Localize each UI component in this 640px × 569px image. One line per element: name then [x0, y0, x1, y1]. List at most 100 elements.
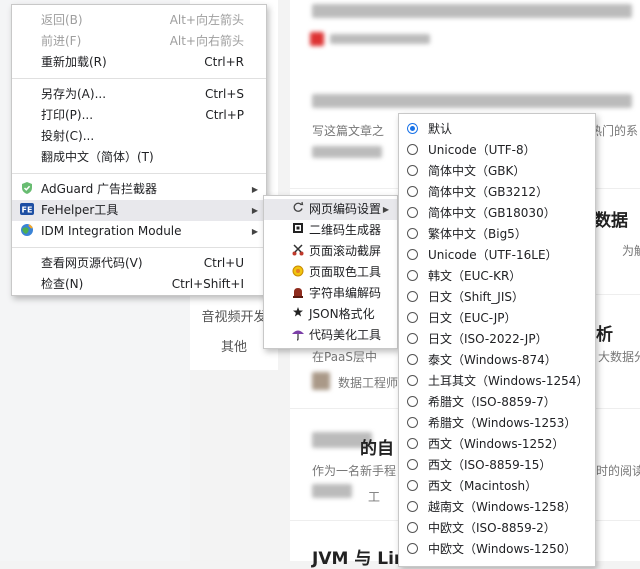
menu-item-item-4[interactable]: 另存为(A)... Ctrl+S	[12, 84, 266, 105]
encoding-label: 默认	[428, 122, 453, 136]
menu-item-item-0[interactable]: 返回(B) Alt+向左箭头	[12, 10, 266, 31]
menu-item-idm-globe[interactable]: IDM Integration Module ▶	[12, 221, 266, 242]
radio-button[interactable]	[407, 522, 418, 533]
menu-item-shortcut: Ctrl+R	[204, 55, 244, 69]
menu-item-label: 检查(N)	[41, 277, 84, 291]
encoding-option[interactable]: 日文（EUC-JP）	[399, 308, 595, 329]
menu-item-shortcut: Alt+向右箭头	[169, 34, 244, 48]
encoding-label: 希腊文（Windows-1253）	[428, 416, 577, 430]
radio-button[interactable]	[407, 186, 418, 197]
menu-item-label: 页面取色工具	[309, 265, 382, 279]
radio-button[interactable]	[407, 396, 418, 407]
radio-button[interactable]	[407, 207, 418, 218]
menu-item-item-1[interactable]: 前进(F) Alt+向右箭头	[12, 31, 266, 52]
article-title[interactable]: JVM 与 Lin	[312, 544, 406, 569]
encoding-option[interactable]: 日文（ISO-2022-JP）	[399, 329, 595, 350]
encoding-option[interactable]: 中欧文（Windows-1250）	[399, 539, 595, 560]
radio-button[interactable]	[407, 333, 418, 344]
encoding-option[interactable]: 希腊文（Windows-1253）	[399, 413, 595, 434]
radio-button[interactable]	[407, 144, 418, 155]
encoding-option[interactable]: 简体中文（GBK）	[399, 161, 595, 182]
radio-button[interactable]	[407, 438, 418, 449]
article-title[interactable]: 析	[596, 320, 613, 345]
menu-item-item-13[interactable]: 查看网页源代码(V) Ctrl+U	[12, 253, 266, 274]
menu-item-item-6[interactable]: 投射(C)...	[12, 126, 266, 147]
encoding-option[interactable]: 日文（Shift_JIS）	[399, 287, 595, 308]
encoding-option[interactable]: 西文（Macintosh）	[399, 476, 595, 497]
fehelper-item-json-star[interactable]: JSON格式化	[264, 304, 397, 325]
encoding-option[interactable]: 泰文（Windows-874）	[399, 350, 595, 371]
fehelper-item-qrcode[interactable]: 二维码生成器	[264, 220, 397, 241]
encoding-option[interactable]: 土耳其文（Windows-1254）	[399, 371, 595, 392]
radio-button[interactable]	[407, 417, 418, 428]
radio-button[interactable]	[407, 270, 418, 281]
encoding-label: 西文（ISO-8859-15）	[428, 458, 552, 472]
article-snippet: 热门的系	[590, 124, 639, 138]
fehelper-item-code-beautify[interactable]: 代码美化工具	[264, 325, 397, 346]
article-title[interactable]: 数据	[594, 206, 628, 231]
menu-item-label: FeHelper工具	[41, 203, 119, 217]
menu-separator	[12, 173, 266, 174]
menu-separator	[12, 247, 266, 248]
scissors-icon	[290, 243, 306, 259]
fehelper-item-refresh[interactable]: 网页编码设置 ▶	[264, 199, 397, 220]
radio-button[interactable]	[407, 543, 418, 554]
encoding-option[interactable]: 越南文（Windows-1258）	[399, 497, 595, 518]
svg-text:FE: FE	[22, 206, 33, 215]
encoding-option[interactable]: Unicode（UTF-8）	[399, 140, 595, 161]
encoding-label: 日文（ISO-2022-JP）	[428, 332, 548, 346]
radio-button[interactable]	[407, 228, 418, 239]
menu-item-fehelper[interactable]: FE FeHelper工具 ▶	[12, 200, 266, 221]
submenu-arrow-icon: ▶	[251, 227, 258, 236]
encoding-submenu: 默认 Unicode（UTF-8） 简体中文（GBK） 简体中文（GB3212） 简体中…	[398, 113, 596, 567]
encoding-label: 韩文（EUC-KR）	[428, 269, 522, 283]
fehelper-item-color-picker[interactable]: 页面取色工具	[264, 262, 397, 283]
radio-button[interactable]	[407, 480, 418, 491]
encoding-option[interactable]: 西文（ISO-8859-15）	[399, 455, 595, 476]
menu-item-adguard-shield[interactable]: AdGuard 广告拦截器 ▶	[12, 179, 266, 200]
radio-button[interactable]	[407, 123, 418, 134]
blurred-title-2	[312, 94, 632, 108]
encoding-option[interactable]: 繁体中文（Big5）	[399, 224, 595, 245]
encoding-label: 简体中文（GB18030）	[428, 206, 556, 220]
encoding-option[interactable]: 简体中文（GB18030）	[399, 203, 595, 224]
menu-item-label: 字符串编解码	[309, 286, 382, 300]
radio-button[interactable]	[407, 291, 418, 302]
encoding-option[interactable]: 希腊文（ISO-8859-7）	[399, 392, 595, 413]
article-title[interactable]: 的自	[360, 434, 394, 459]
radio-button[interactable]	[407, 165, 418, 176]
radio-button[interactable]	[407, 312, 418, 323]
encoding-label: 越南文（Windows-1258）	[428, 500, 577, 514]
radio-button[interactable]	[407, 459, 418, 470]
radio-button[interactable]	[407, 375, 418, 386]
encoding-label: 土耳其文（Windows-1254）	[428, 374, 589, 388]
encoding-label: 希腊文（ISO-8859-7）	[428, 395, 556, 409]
encoding-label: Unicode（UTF-8）	[428, 143, 536, 157]
menu-item-item-5[interactable]: 打印(P)... Ctrl+P	[12, 105, 266, 126]
blurred-title-1	[312, 4, 632, 18]
encoding-label: 日文（EUC-JP）	[428, 311, 517, 325]
menu-item-label: 页面滚动截屏	[309, 244, 382, 258]
menu-item-label: 另存为(A)...	[41, 87, 107, 101]
encoding-option[interactable]: 韩文（EUC-KR）	[399, 266, 595, 287]
menu-item-item-2[interactable]: 重新加载(R) Ctrl+R	[12, 52, 266, 73]
encoding-option[interactable]: 中欧文（ISO-8859-2）	[399, 518, 595, 539]
menu-item-item-7[interactable]: 翻成中文（简体）(T)	[12, 147, 266, 168]
radio-button[interactable]	[407, 501, 418, 512]
encoding-option[interactable]: Unicode（UTF-16LE）	[399, 245, 595, 266]
radio-button[interactable]	[407, 249, 418, 260]
encoding-option[interactable]: 默认	[399, 119, 595, 140]
fehelper-item-codec[interactable]: 字符串编解码	[264, 283, 397, 304]
radio-button[interactable]	[407, 354, 418, 365]
encoding-option[interactable]: 简体中文（GB3212）	[399, 182, 595, 203]
encoding-label: Unicode（UTF-16LE）	[428, 248, 558, 262]
menu-item-item-14[interactable]: 检查(N) Ctrl+Shift+I	[12, 274, 266, 295]
submenu-arrow-icon: ▶	[251, 206, 258, 215]
menu-item-label: 查看网页源代码(V)	[41, 256, 143, 270]
encoding-label: 泰文（Windows-874）	[428, 353, 557, 367]
fehelper-item-scissors[interactable]: 页面滚动截屏	[264, 241, 397, 262]
encoding-label: 西文（Windows-1252）	[428, 437, 565, 451]
encoding-option[interactable]: 西文（Windows-1252）	[399, 434, 595, 455]
menu-item-shortcut: Ctrl+P	[205, 108, 244, 122]
menu-item-shortcut: Alt+向左箭头	[169, 13, 244, 27]
